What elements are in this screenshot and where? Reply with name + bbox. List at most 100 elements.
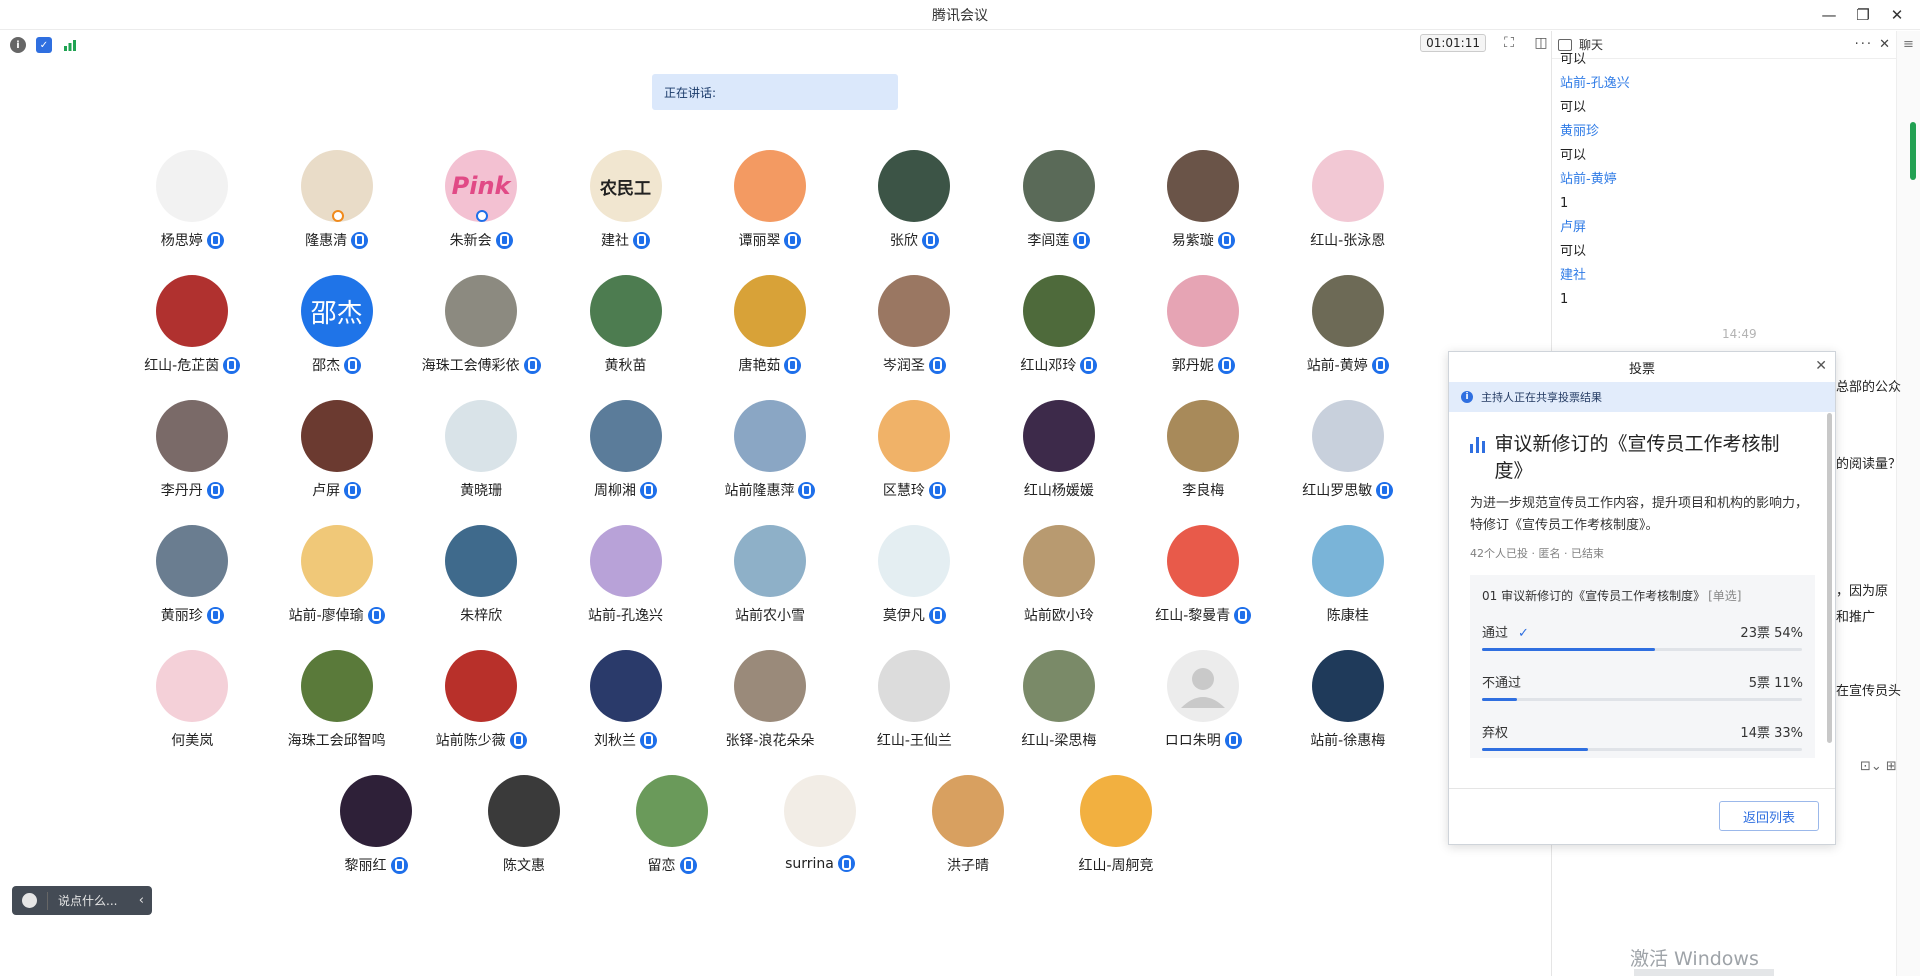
- participant-tile[interactable]: 红山-黎曼青: [1131, 525, 1275, 650]
- chat-sender-name[interactable]: 站前-孔逸兴: [1560, 73, 1890, 94]
- participant-tile[interactable]: 站前陈少薇: [409, 650, 553, 775]
- microphone-icon[interactable]: [798, 481, 816, 499]
- microphone-icon[interactable]: [640, 481, 658, 499]
- microphone-icon[interactable]: [223, 356, 241, 374]
- microphone-icon[interactable]: [633, 231, 651, 249]
- network-signal-icon[interactable]: [62, 37, 78, 53]
- participant-tile[interactable]: 站前-黄婷: [1276, 275, 1420, 400]
- chat-sender-name[interactable]: 建社: [1560, 265, 1890, 286]
- participant-tile[interactable]: 朱梓欣: [409, 525, 553, 650]
- microphone-icon[interactable]: [837, 855, 855, 872]
- microphone-icon[interactable]: [206, 606, 224, 624]
- participant-tile[interactable]: 红山-危芷茵: [120, 275, 264, 400]
- emoji-icon[interactable]: [22, 893, 37, 908]
- close-icon[interactable]: ✕: [1815, 358, 1827, 374]
- participant-tile[interactable]: 莫伊凡: [842, 525, 986, 650]
- microphone-icon[interactable]: [1234, 606, 1252, 624]
- participant-tile[interactable]: 农民工 建社: [553, 150, 697, 275]
- vote-scrollbar[interactable]: [1825, 413, 1834, 773]
- chat-input-placeholder[interactable]: 说点什么...: [58, 892, 117, 909]
- participant-tile[interactable]: 何美岚: [120, 650, 264, 775]
- menu-icon[interactable]: ≡: [1903, 37, 1914, 52]
- microphone-icon[interactable]: [1376, 481, 1394, 499]
- microphone-icon[interactable]: [206, 481, 224, 499]
- collapse-arrow-icon[interactable]: ‹: [139, 893, 144, 908]
- chat-scrollbar[interactable]: [1910, 122, 1916, 180]
- microphone-icon[interactable]: [1224, 731, 1242, 749]
- fullscreen-icon[interactable]: ⛶: [1500, 35, 1518, 51]
- microphone-icon[interactable]: [1217, 231, 1235, 249]
- participant-tile[interactable]: 卢屏: [264, 400, 408, 525]
- back-to-list-button[interactable]: 返回列表: [1719, 801, 1819, 831]
- microphone-icon[interactable]: [928, 356, 946, 374]
- participant-tile[interactable]: 岑润圣: [842, 275, 986, 400]
- microphone-icon[interactable]: [928, 606, 946, 624]
- chat-quick-input[interactable]: 说点什么... ‹: [12, 886, 152, 915]
- microphone-icon[interactable]: [1080, 356, 1098, 374]
- layout-toggle-icon[interactable]: ◫: [1532, 35, 1550, 51]
- participant-tile[interactable]: 红山-梁思梅: [987, 650, 1131, 775]
- participant-tile[interactable]: 海珠工会傅彩依: [409, 275, 553, 400]
- participant-tile[interactable]: 站前欧小玲: [987, 525, 1131, 650]
- participant-tile[interactable]: 站前-孔逸兴: [553, 525, 697, 650]
- participant-tile[interactable]: 黄秋苗: [553, 275, 697, 400]
- participant-tile[interactable]: 周柳湘: [553, 400, 697, 525]
- microphone-icon[interactable]: [206, 231, 224, 249]
- security-shield-icon[interactable]: ✓: [36, 37, 52, 53]
- restore-icon[interactable]: ❐: [1846, 0, 1880, 30]
- participant-tile[interactable]: 站前农小雪: [698, 525, 842, 650]
- participant-tile[interactable]: 海珠工会邱智鸣: [264, 650, 408, 775]
- microphone-icon[interactable]: [495, 231, 513, 249]
- microphone-icon[interactable]: [1073, 231, 1091, 249]
- microphone-icon[interactable]: [344, 481, 362, 499]
- participant-tile[interactable]: 黄晓珊: [409, 400, 553, 525]
- participant-tile[interactable]: 红山邓玲: [987, 275, 1131, 400]
- participant-tile[interactable]: 邵杰 邵杰: [264, 275, 408, 400]
- chat-sender-name[interactable]: 黄丽珍: [1560, 121, 1890, 142]
- participant-tile[interactable]: Pink 朱新会: [409, 150, 553, 275]
- participant-tile[interactable]: 红山-王仙兰: [842, 650, 986, 775]
- participant-tile[interactable]: surrina: [746, 775, 894, 900]
- microphone-icon[interactable]: [921, 231, 939, 249]
- microphone-icon[interactable]: [1217, 356, 1235, 374]
- info-icon[interactable]: i: [10, 37, 26, 53]
- participant-tile[interactable]: 刘秋兰: [553, 650, 697, 775]
- participant-tile[interactable]: 红山杨媛媛: [987, 400, 1131, 525]
- participant-tile[interactable]: 红山-周舸竞: [1042, 775, 1190, 900]
- participant-tile[interactable]: 张铎-浪花朵朵: [698, 650, 842, 775]
- participant-tile[interactable]: 隆惠清: [264, 150, 408, 275]
- chat-sender-name[interactable]: 卢屏: [1560, 217, 1890, 238]
- participant-tile[interactable]: 站前-廖倬瑜: [264, 525, 408, 650]
- participant-tile[interactable]: 陈康桂: [1276, 525, 1420, 650]
- participant-tile[interactable]: 谭丽翠: [698, 150, 842, 275]
- participant-tile[interactable]: 杨思婷: [120, 150, 264, 275]
- microphone-icon[interactable]: [351, 231, 369, 249]
- participant-tile[interactable]: 李良梅: [1131, 400, 1275, 525]
- chat-tools-icon[interactable]: ⊡⌄ ⊞: [1860, 759, 1897, 774]
- participant-tile[interactable]: ロロ朱明: [1131, 650, 1275, 775]
- participant-tile[interactable]: 洪子晴: [894, 775, 1042, 900]
- participant-tile[interactable]: 站前-徐惠梅: [1276, 650, 1420, 775]
- participant-tile[interactable]: 李丹丹: [120, 400, 264, 525]
- participant-tile[interactable]: 站前隆惠萍: [698, 400, 842, 525]
- microphone-icon[interactable]: [1371, 356, 1389, 374]
- participant-tile[interactable]: 郭丹妮: [1131, 275, 1275, 400]
- microphone-icon[interactable]: [784, 356, 802, 374]
- participant-tile[interactable]: 黎丽红: [302, 775, 450, 900]
- microphone-icon[interactable]: [344, 356, 362, 374]
- participant-tile[interactable]: 易紫璇: [1131, 150, 1275, 275]
- microphone-icon[interactable]: [640, 731, 658, 749]
- participant-tile[interactable]: 红山-张泳恩: [1276, 150, 1420, 275]
- participant-tile[interactable]: 黄丽珍: [120, 525, 264, 650]
- microphone-icon[interactable]: [509, 731, 527, 749]
- minimize-icon[interactable]: —: [1812, 0, 1846, 30]
- participant-tile[interactable]: 红山罗思敏: [1276, 400, 1420, 525]
- chat-sender-name[interactable]: 站前-黄婷: [1560, 169, 1890, 190]
- microphone-icon[interactable]: [523, 356, 541, 374]
- close-icon[interactable]: ✕: [1880, 0, 1914, 30]
- participant-tile[interactable]: 陈文惠: [450, 775, 598, 900]
- microphone-icon[interactable]: [679, 856, 697, 874]
- chat-more-icon[interactable]: ··· ✕: [1855, 37, 1892, 52]
- participant-tile[interactable]: 留恋: [598, 775, 746, 900]
- microphone-icon[interactable]: [928, 481, 946, 499]
